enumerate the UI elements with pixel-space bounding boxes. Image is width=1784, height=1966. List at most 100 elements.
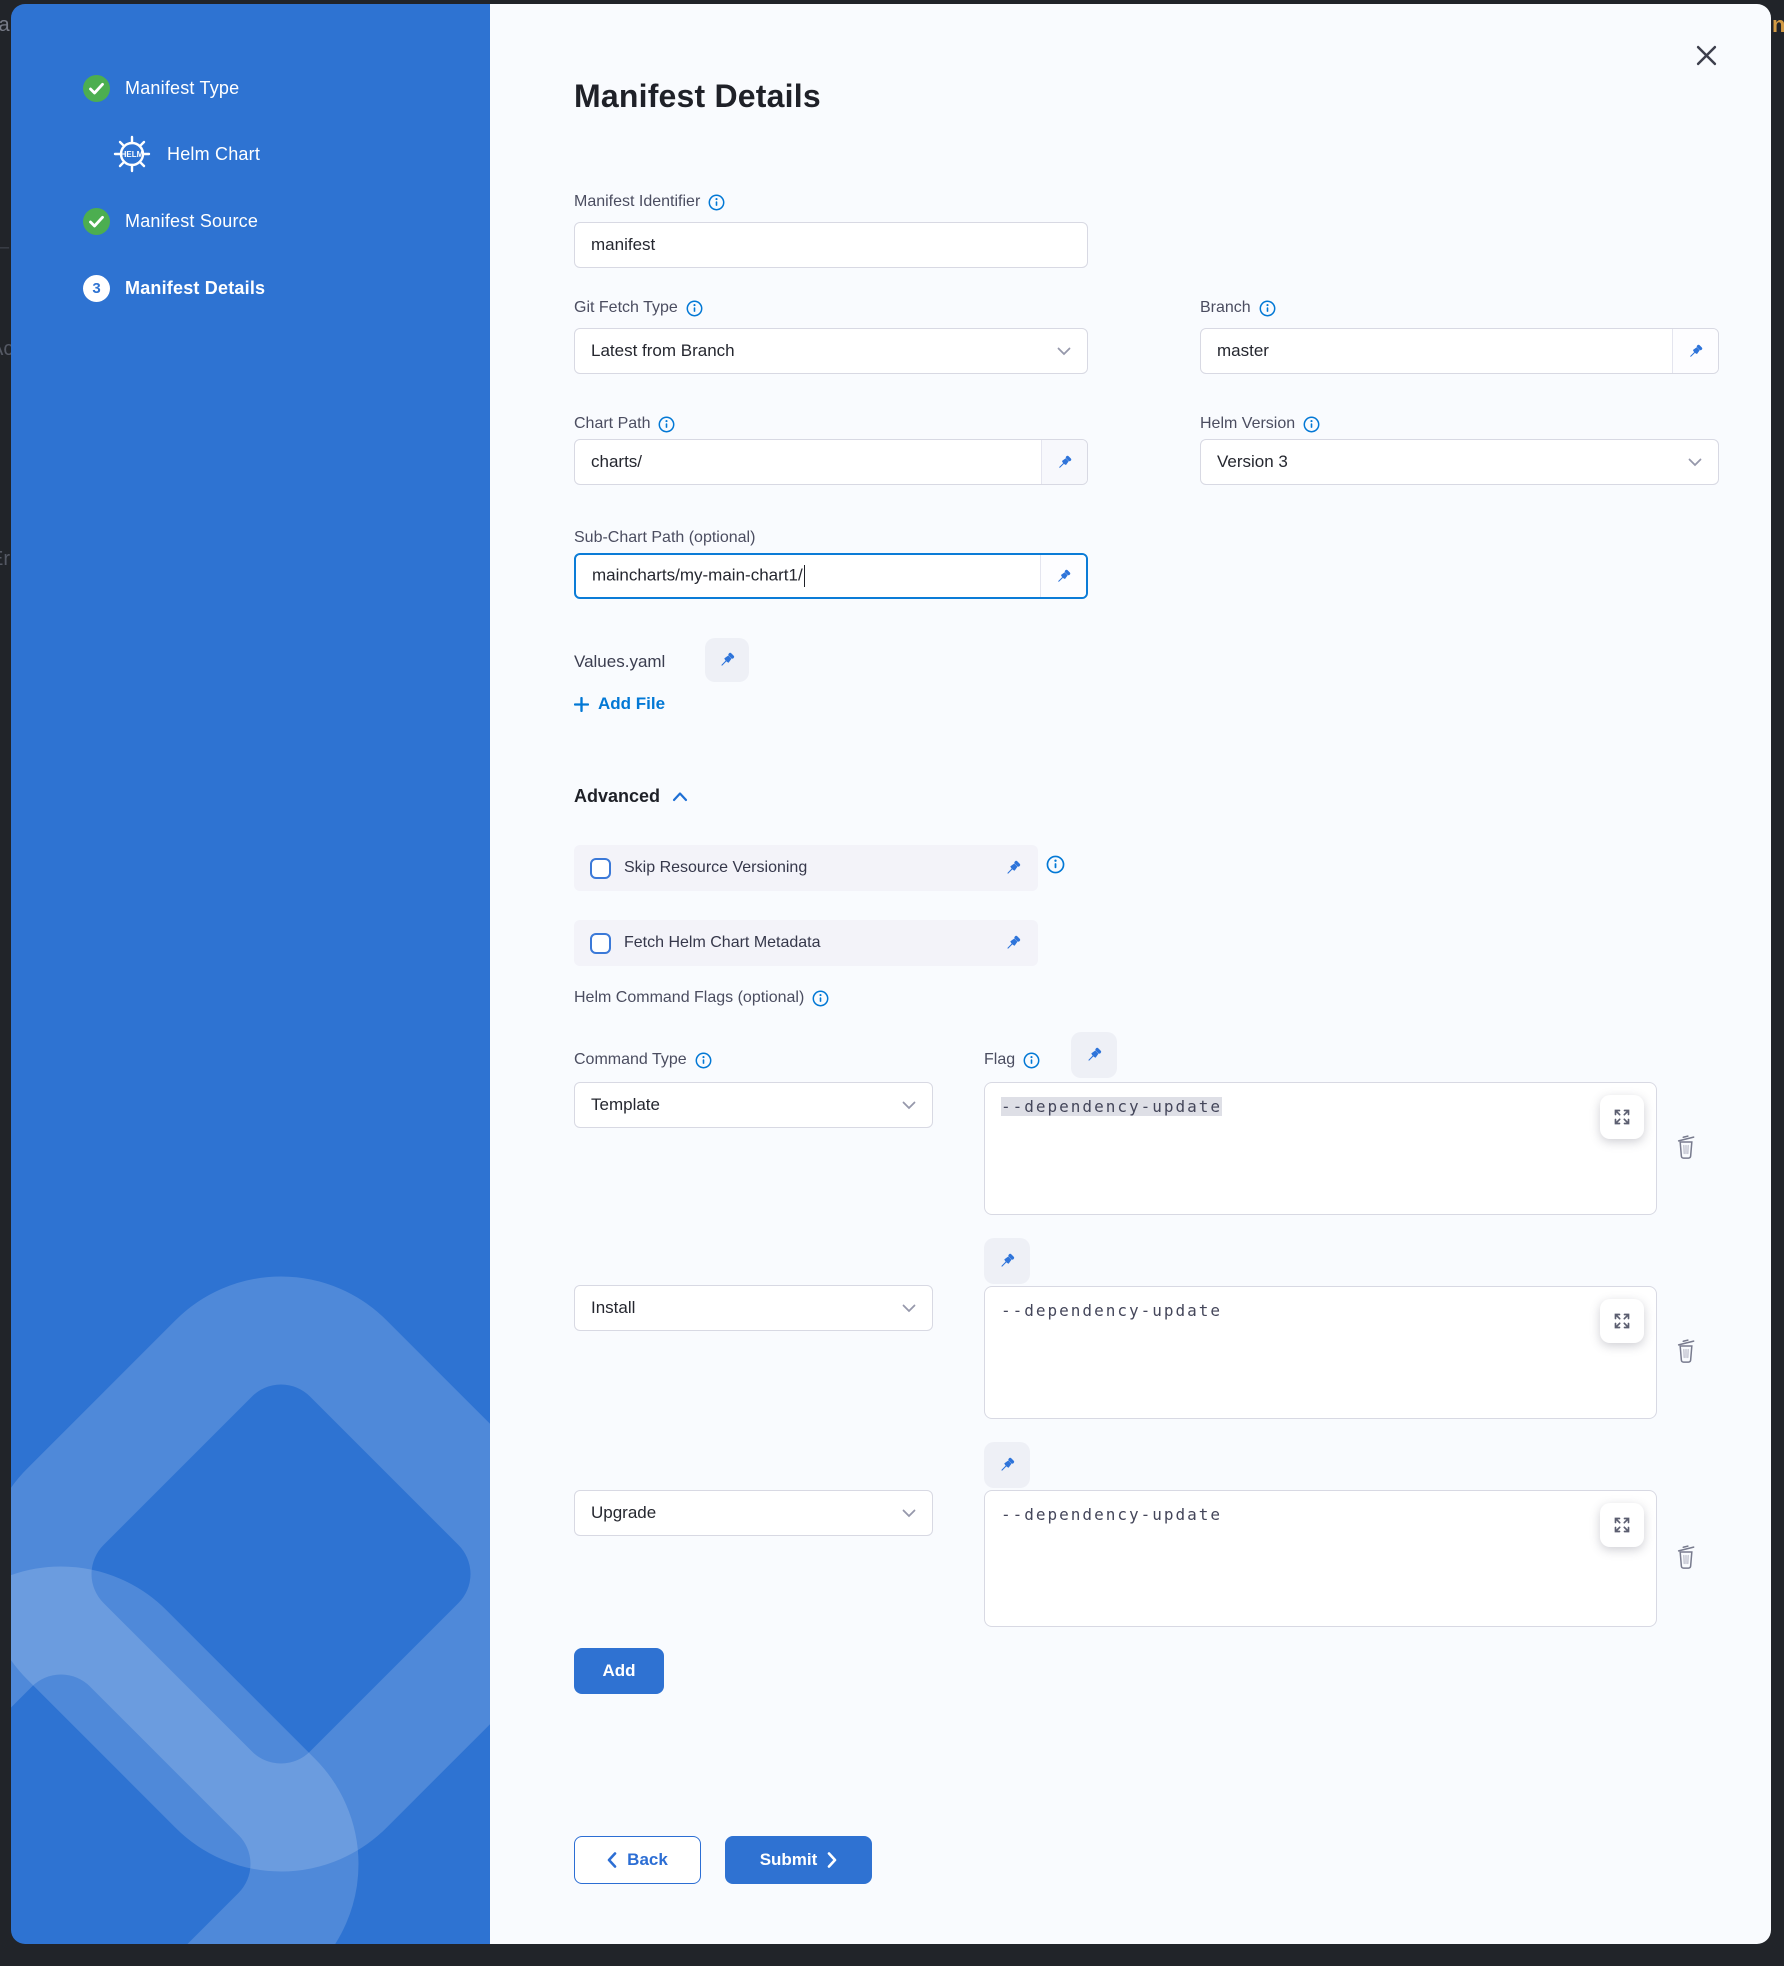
fetch-helm-chart-metadata-checkbox[interactable] (590, 933, 611, 954)
info-icon[interactable] (1303, 416, 1320, 433)
back-button[interactable]: Back (574, 1836, 701, 1884)
submit-button[interactable]: Submit (725, 1836, 872, 1884)
step-label: Helm Chart (167, 144, 260, 165)
chart-path-input[interactable]: charts/ (574, 439, 1088, 485)
add-button-label: Add (602, 1661, 635, 1681)
plus-icon (574, 697, 589, 712)
pushpin-icon (1055, 568, 1072, 585)
command-type-value: Upgrade (575, 1503, 902, 1523)
command-type-select-1[interactable]: Template (574, 1082, 933, 1128)
manifest-identifier-input[interactable]: manifest (574, 222, 1088, 268)
field-label: Flag (984, 1051, 1015, 1069)
flag-pin-button-3[interactable] (984, 1442, 1030, 1488)
backdrop-text-fragment: – (0, 236, 9, 259)
close-button[interactable] (1691, 40, 1721, 70)
expand-icon (1612, 1107, 1632, 1127)
toggle-label: Skip Resource Versioning (624, 859, 991, 877)
sub-chart-path-value: maincharts/my-main-chart1/ (576, 565, 1040, 587)
pin-button[interactable] (1041, 440, 1087, 484)
command-type-value: Install (575, 1298, 902, 1318)
add-file-button[interactable]: Add File (574, 694, 665, 714)
expand-button[interactable] (1600, 1299, 1644, 1343)
wizard-step-manifest-type[interactable]: Manifest Type (83, 75, 239, 102)
svg-text:HELM: HELM (121, 150, 144, 159)
helm-wheel-icon: HELM (110, 132, 154, 176)
wizard-step-manifest-source[interactable]: Manifest Source (83, 208, 258, 235)
page-backdrop: fa – Ac Er ne Manifest Type (0, 0, 1784, 1966)
field-label: Manifest Identifier (574, 193, 700, 211)
git-fetch-type-value: Latest from Branch (575, 341, 1057, 361)
helm-version-select[interactable]: Version 3 (1200, 439, 1719, 485)
info-icon[interactable] (812, 990, 829, 1007)
chevron-down-icon (902, 1304, 916, 1313)
flag-textarea-1[interactable]: --dependency-update (984, 1082, 1657, 1215)
values-file-label: Values.yaml (574, 652, 665, 672)
git-fetch-type-select[interactable]: Latest from Branch (574, 328, 1088, 374)
add-file-label: Add File (598, 694, 665, 714)
step-number-badge: 3 (83, 275, 110, 302)
field-label: Chart Path (574, 415, 650, 433)
flag-value: --dependency-update (1001, 1505, 1222, 1524)
pin-button[interactable] (1672, 329, 1718, 373)
flag-pin-button-2[interactable] (984, 1238, 1030, 1284)
advanced-label: Advanced (574, 786, 660, 807)
pushpin-icon (998, 1456, 1016, 1474)
pushpin-icon[interactable] (1004, 859, 1022, 877)
expand-button[interactable] (1600, 1503, 1644, 1547)
flag-textarea-2[interactable]: --dependency-update (984, 1286, 1657, 1419)
pushpin-icon (998, 1252, 1016, 1270)
toggle-label: Fetch Helm Chart Metadata (624, 934, 991, 952)
pushpin-icon[interactable] (1004, 934, 1022, 952)
skip-resource-versioning-checkbox[interactable] (590, 858, 611, 879)
delete-flag-button-1[interactable] (1674, 1132, 1698, 1160)
command-type-select-2[interactable]: Install (574, 1285, 933, 1331)
helm-version-label-row: Helm Version (1200, 412, 1320, 436)
expand-icon (1612, 1515, 1632, 1535)
chevron-left-icon (607, 1852, 617, 1868)
back-button-label: Back (627, 1850, 668, 1870)
wizard-sidebar: Manifest Type HELM (11, 4, 490, 1944)
flag-label-row: Flag (984, 1048, 1040, 1072)
advanced-section-toggle[interactable]: Advanced (574, 786, 688, 807)
check-circle-icon (83, 75, 110, 102)
check-circle-icon (83, 208, 110, 235)
field-label: Git Fetch Type (574, 299, 678, 317)
step-label: Manifest Source (125, 211, 258, 232)
command-type-select-3[interactable]: Upgrade (574, 1490, 933, 1536)
values-file-pin-button[interactable] (705, 638, 749, 682)
pin-button[interactable] (1040, 555, 1086, 597)
step-label: Manifest Details (125, 278, 265, 299)
wizard-step-manifest-details[interactable]: 3 Manifest Details (83, 275, 265, 302)
flag-pin-button[interactable] (1071, 1032, 1117, 1078)
delete-flag-button-2[interactable] (1674, 1336, 1698, 1364)
info-icon[interactable] (686, 300, 703, 317)
add-flag-button[interactable]: Add (574, 1648, 664, 1694)
backdrop-text-fragment: ne (1772, 12, 1784, 38)
expand-icon (1612, 1311, 1632, 1331)
page-title: Manifest Details (574, 78, 821, 115)
sub-chart-path-input[interactable]: maincharts/my-main-chart1/ (574, 553, 1088, 599)
wizard-step-helm-chart[interactable]: HELM Helm Chart (110, 132, 260, 176)
info-icon[interactable] (695, 1052, 712, 1069)
pushpin-icon (1687, 343, 1704, 360)
chevron-down-icon (1057, 347, 1071, 356)
chart-path-label-row: Chart Path (574, 412, 675, 436)
info-icon[interactable] (708, 194, 725, 211)
info-icon[interactable] (1023, 1052, 1040, 1069)
flag-value: --dependency-update (1001, 1097, 1222, 1116)
info-icon[interactable] (1046, 855, 1065, 874)
info-icon[interactable] (1259, 300, 1276, 317)
expand-button[interactable] (1600, 1095, 1644, 1139)
flag-textarea-3[interactable]: --dependency-update (984, 1490, 1657, 1627)
delete-flag-button-3[interactable] (1674, 1542, 1698, 1570)
helm-command-flags-label-row: Helm Command Flags (optional) (574, 986, 829, 1010)
pushpin-icon (718, 651, 736, 669)
chart-path-value: charts/ (575, 452, 1041, 472)
submit-button-label: Submit (760, 1850, 818, 1870)
chevron-down-icon (902, 1101, 916, 1110)
branch-input[interactable]: master (1200, 328, 1719, 374)
text-cursor (804, 565, 806, 587)
info-icon[interactable] (658, 416, 675, 433)
branch-value: master (1201, 341, 1672, 361)
command-type-label-row: Command Type (574, 1048, 712, 1072)
